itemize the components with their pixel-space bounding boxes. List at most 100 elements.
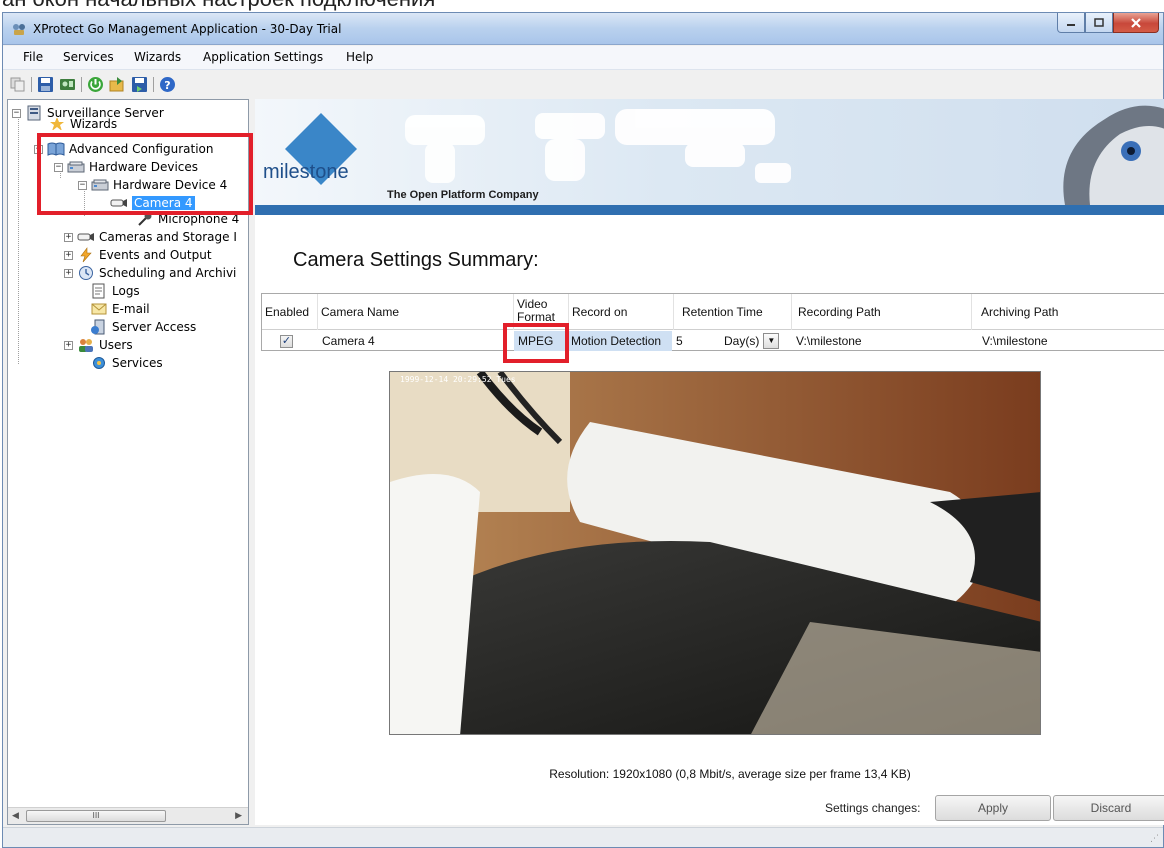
power-icon[interactable]: [87, 76, 104, 93]
highlight-video-format: [503, 323, 569, 363]
tree-label: Users: [99, 338, 133, 352]
tree-item-events-and-output[interactable]: + Events and Output: [64, 246, 212, 264]
gear-icon: [93, 357, 105, 369]
device-icon[interactable]: [59, 76, 76, 93]
toolbar-separator: [31, 77, 32, 92]
column-header-retention-time[interactable]: Retention Time: [674, 294, 792, 330]
column-header-recording-path[interactable]: Recording Path: [792, 294, 972, 330]
tree-label: Scheduling and Archivi: [99, 266, 237, 280]
record-on-cell[interactable]: Motion Detection: [569, 331, 672, 351]
wizard-icon: [50, 118, 64, 130]
enabled-cell: ✓: [276, 331, 306, 351]
minimize-icon: [1067, 23, 1075, 26]
menu-help[interactable]: Help: [346, 50, 373, 64]
scroll-right-icon[interactable]: ▶: [235, 811, 242, 821]
import-icon[interactable]: [109, 76, 126, 93]
camera-icon: [77, 233, 94, 241]
tree-label: Logs: [112, 284, 140, 298]
export-icon[interactable]: [131, 76, 148, 93]
scrollbar-grip: III: [92, 811, 100, 820]
tree-item-users[interactable]: + Users: [64, 336, 133, 354]
settings-changes-label: Settings changes:: [825, 801, 921, 815]
camera-frame-image: [390, 372, 1040, 734]
users-icon: [79, 339, 93, 352]
tree-label: Services: [112, 356, 163, 370]
menu-file[interactable]: File: [23, 50, 43, 64]
lightning-icon: [80, 247, 92, 263]
resize-grip-icon[interactable]: ⋰: [1150, 834, 1159, 844]
tree-item-cameras-and-storage[interactable]: + Cameras and Storage I: [64, 228, 237, 246]
camera-settings-table: Enabled Camera Name Video Format Record …: [261, 293, 1164, 351]
tree-label: Cameras and Storage I: [99, 230, 237, 244]
envelope-icon: [91, 303, 107, 315]
preview-timestamp: 1999-12-14 20:29:52 Tues: [400, 375, 516, 384]
tree-label: E-mail: [112, 302, 150, 316]
resolution-info: Resolution: 1920x1080 (0,8 Mbit/s, avera…: [549, 767, 911, 781]
world-map-dots: [405, 109, 791, 183]
banner-bar: [255, 205, 1164, 215]
tree-item-scheduling-and-archiving[interactable]: + Scheduling and Archivi: [64, 264, 236, 282]
window-title: XProtect Go Management Application - 30-…: [33, 22, 342, 36]
discard-button[interactable]: Discard: [1053, 795, 1164, 821]
scroll-left-icon[interactable]: ◀: [12, 811, 19, 821]
menu-services[interactable]: Services: [63, 50, 114, 64]
maximize-button[interactable]: [1085, 13, 1113, 33]
camera-preview: 1999-12-14 20:29:52 Tues: [389, 371, 1041, 735]
help-icon[interactable]: ?: [159, 76, 176, 93]
apply-button[interactable]: Apply: [935, 795, 1051, 821]
chevron-down-icon[interactable]: ▼: [763, 333, 780, 349]
title-bar[interactable]: XProtect Go Management Application - 30-…: [3, 13, 1163, 45]
tree-item-services[interactable]: Services: [90, 354, 163, 372]
milestone-logo-text: milestone: [263, 161, 349, 183]
highlight-tree-selection: [37, 133, 253, 215]
collapse-icon[interactable]: −: [12, 108, 21, 118]
expand-icon[interactable]: +: [64, 232, 73, 242]
tree-label: Wizards: [70, 118, 118, 130]
column-header-enabled[interactable]: Enabled: [262, 294, 318, 330]
app-icon: [13, 24, 25, 35]
column-header-camera-name[interactable]: Camera Name: [318, 294, 514, 330]
copy-icon[interactable]: [9, 76, 26, 93]
expand-icon[interactable]: +: [64, 250, 73, 260]
tree-item-wizards[interactable]: Wizards: [48, 118, 117, 130]
close-button[interactable]: [1113, 13, 1159, 33]
recording-path-cell[interactable]: V:\milestone: [792, 331, 978, 351]
tree-item-email[interactable]: E-mail: [90, 300, 150, 318]
camera-name-cell[interactable]: Camera 4: [318, 331, 514, 351]
enabled-checkbox[interactable]: ✓: [280, 334, 293, 348]
caption-text: ан окон начальных настроек подключения: [2, 0, 435, 12]
column-header-video-format[interactable]: Video Format: [514, 294, 569, 326]
tree-item-server-access[interactable]: Server Access: [90, 318, 196, 336]
tree-horizontal-scrollbar[interactable]: ◀ III ▶: [8, 807, 248, 824]
main-panel: milestone The Open Platform Company Came…: [255, 99, 1164, 825]
scrollbar-thumb[interactable]: III: [26, 810, 166, 822]
status-bar: ⋰: [3, 827, 1163, 847]
archiving-path-cell[interactable]: V:\milestone: [978, 331, 1164, 351]
menu-wizards[interactable]: Wizards: [134, 50, 181, 64]
tree-item-logs[interactable]: Logs: [90, 282, 140, 300]
toolbar-separator: [153, 77, 154, 92]
column-header-archiving-path[interactable]: Archiving Path: [978, 294, 1164, 330]
menu-bar: File Services Wizards Application Settin…: [3, 46, 1163, 70]
tree-line: [18, 114, 19, 364]
clock-icon: [79, 266, 93, 280]
server-access-icon: [91, 319, 105, 335]
toolbar-separator: [81, 77, 82, 92]
toolbar: ?: [3, 71, 1163, 97]
log-icon: [92, 283, 105, 299]
save-icon[interactable]: [37, 76, 54, 93]
retention-unit-value: Day(s): [724, 334, 760, 348]
app-window: XProtect Go Management Application - 30-…: [2, 12, 1164, 848]
column-header-record-on[interactable]: Record on: [569, 294, 674, 330]
server-icon: [27, 105, 41, 121]
retention-value-cell[interactable]: 5: [672, 331, 712, 351]
retention-unit-dropdown[interactable]: Day(s) ▼: [720, 331, 792, 351]
top-caption: ан окон начальных настроек подключения: [0, 0, 1164, 12]
minimize-button[interactable]: [1057, 13, 1085, 33]
expand-icon[interactable]: +: [64, 268, 73, 278]
page-title: Camera Settings Summary:: [293, 249, 539, 271]
menu-application-settings[interactable]: Application Settings: [203, 50, 323, 64]
banner-tagline: The Open Platform Company: [387, 189, 539, 201]
close-icon: [1131, 17, 1141, 28]
expand-icon[interactable]: +: [64, 340, 73, 350]
